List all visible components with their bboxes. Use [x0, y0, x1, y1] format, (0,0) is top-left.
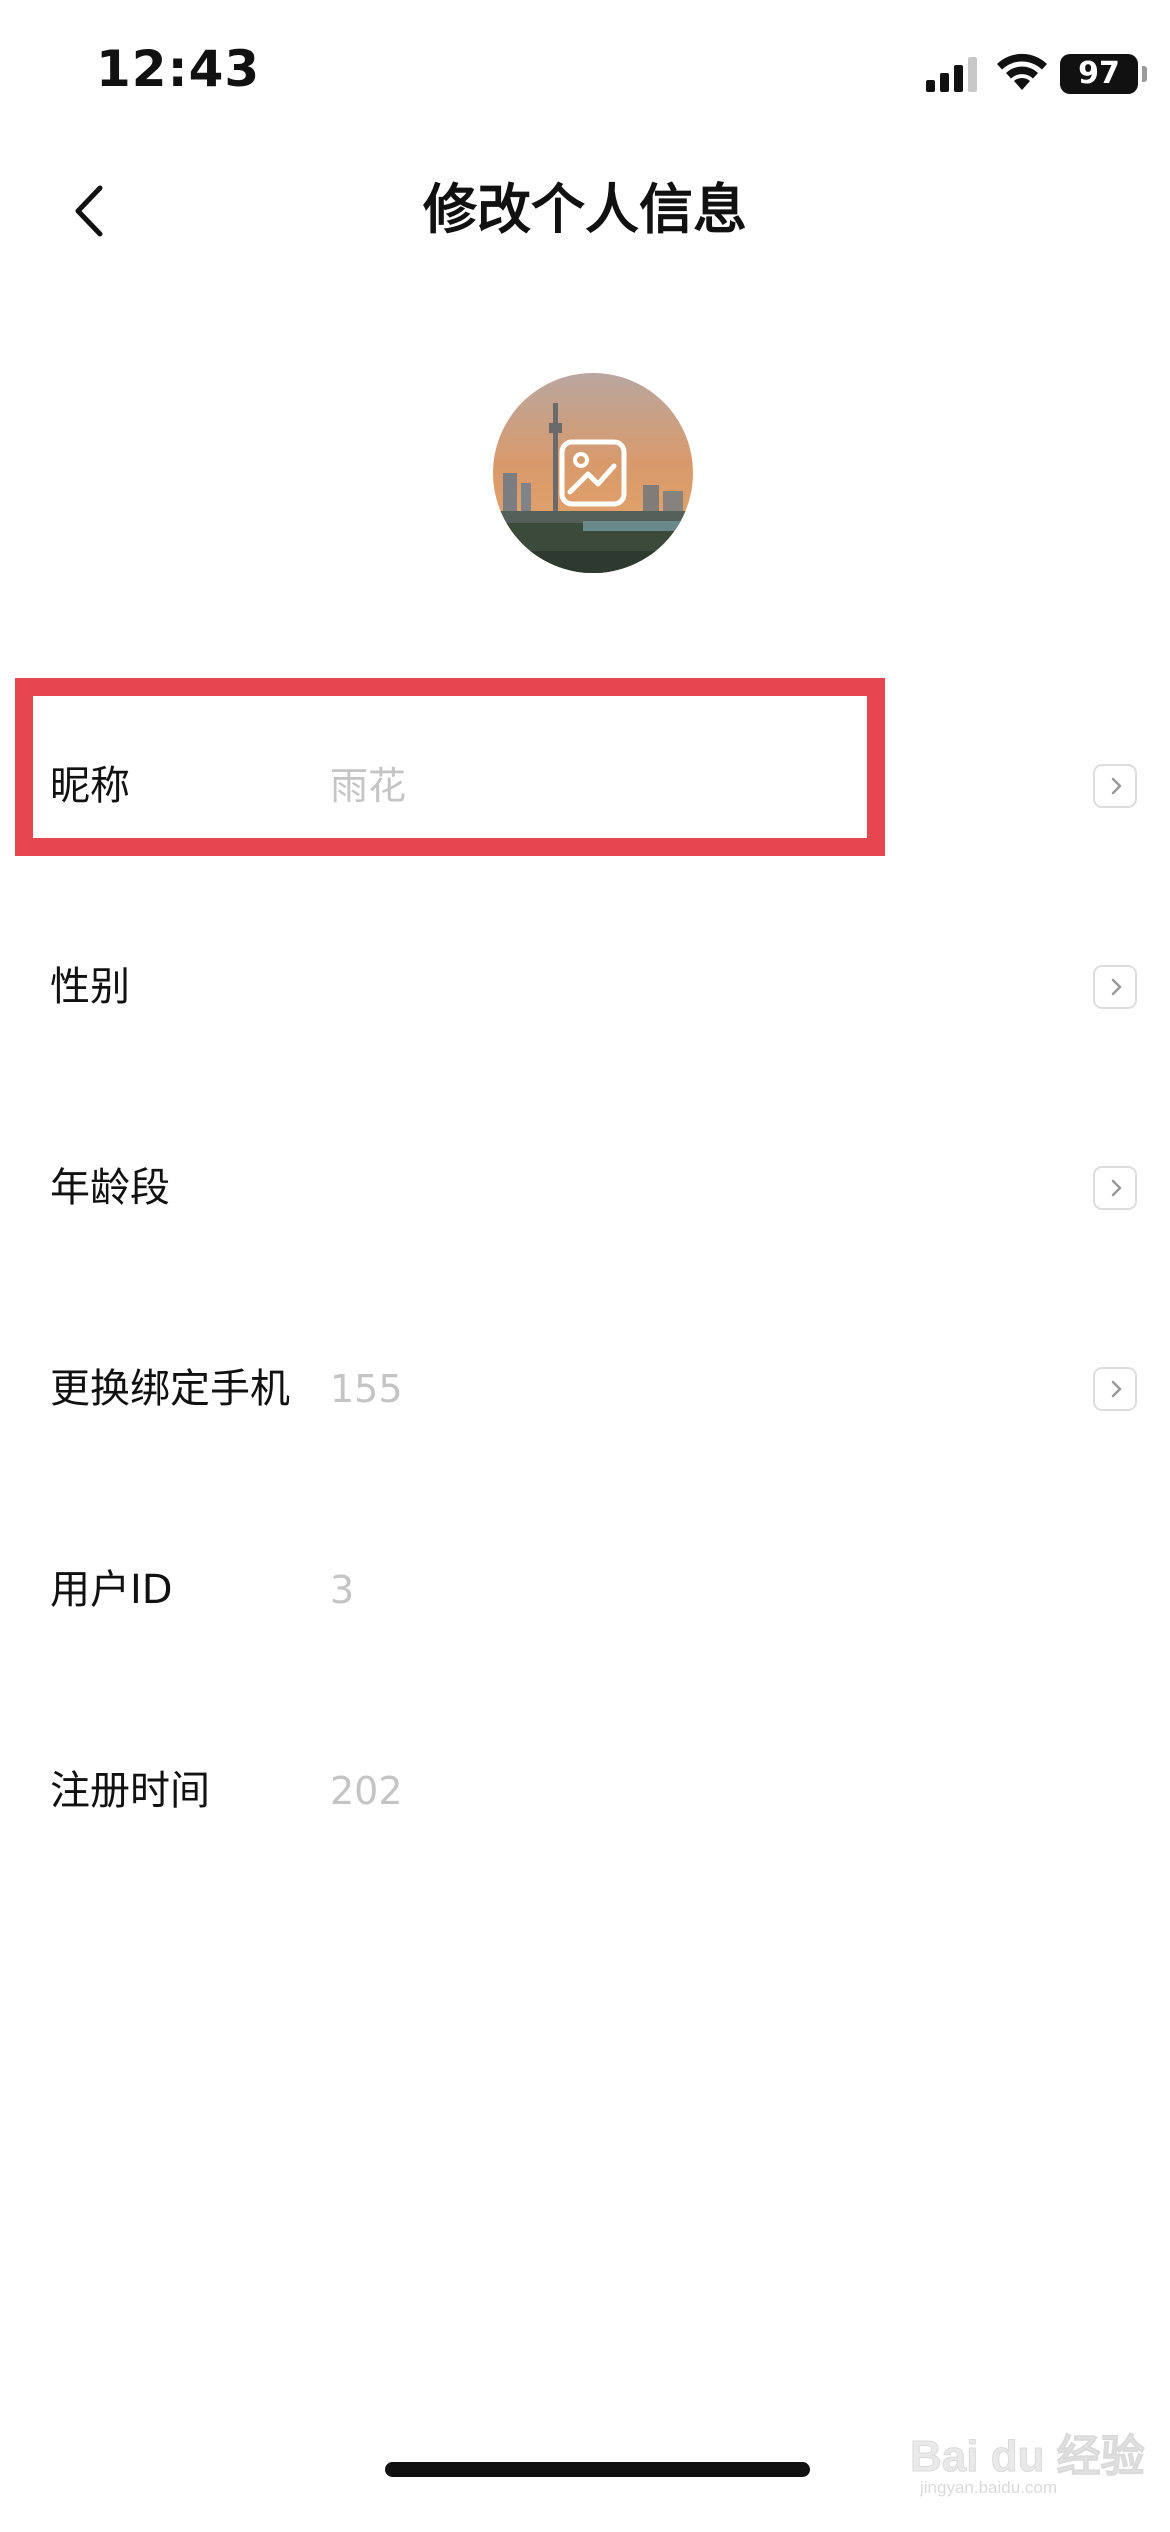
status-bar: 12:43 97 — [0, 0, 1170, 150]
chevron-right-icon[interactable] — [1093, 1367, 1137, 1411]
image-edit-icon — [559, 439, 627, 507]
row-label: 注册时间 — [50, 1768, 210, 1814]
row-nickname[interactable]: 昵称 雨花 — [0, 726, 1170, 846]
chevron-right-icon[interactable] — [1093, 1166, 1137, 1210]
row-value: 202 — [330, 1769, 403, 1813]
row-label: 昵称 — [50, 763, 130, 809]
battery-tip — [1142, 66, 1147, 82]
row-label: 性别 — [50, 964, 130, 1010]
row-register-time: 注册时间 202 — [0, 1731, 1170, 1851]
chevron-right-icon[interactable] — [1093, 764, 1137, 808]
watermark-url: jingyan.baidu.com — [920, 2478, 1058, 2497]
row-value: 3 — [330, 1568, 355, 1612]
cellular-signal-icon — [926, 57, 977, 92]
home-indicator[interactable] — [385, 2462, 810, 2477]
battery-icon: 97 — [1060, 54, 1138, 94]
row-age-range[interactable]: 年龄段 — [0, 1128, 1170, 1248]
row-change-phone[interactable]: 更换绑定手机 155 — [0, 1329, 1170, 1449]
chevron-right-icon[interactable] — [1093, 965, 1137, 1009]
wifi-icon — [997, 53, 1047, 90]
row-value: 155 — [330, 1367, 403, 1411]
row-user-id: 用户ID 3 — [0, 1530, 1170, 1650]
status-time: 12:43 — [96, 40, 261, 98]
row-value: 雨花 — [330, 764, 407, 808]
row-gender[interactable]: 性别 — [0, 927, 1170, 1047]
row-label: 年龄段 — [50, 1165, 170, 1211]
watermark-brand: Bai du 经验 — [910, 2432, 1146, 2482]
row-label: 更换绑定手机 — [50, 1366, 290, 1412]
watermark-logo: Bai du 经验 jingyan.baidu.com — [910, 2420, 1150, 2510]
avatar[interactable] — [493, 373, 693, 573]
row-label: 用户ID — [50, 1567, 173, 1613]
page-title: 修改个人信息 — [423, 178, 747, 241]
